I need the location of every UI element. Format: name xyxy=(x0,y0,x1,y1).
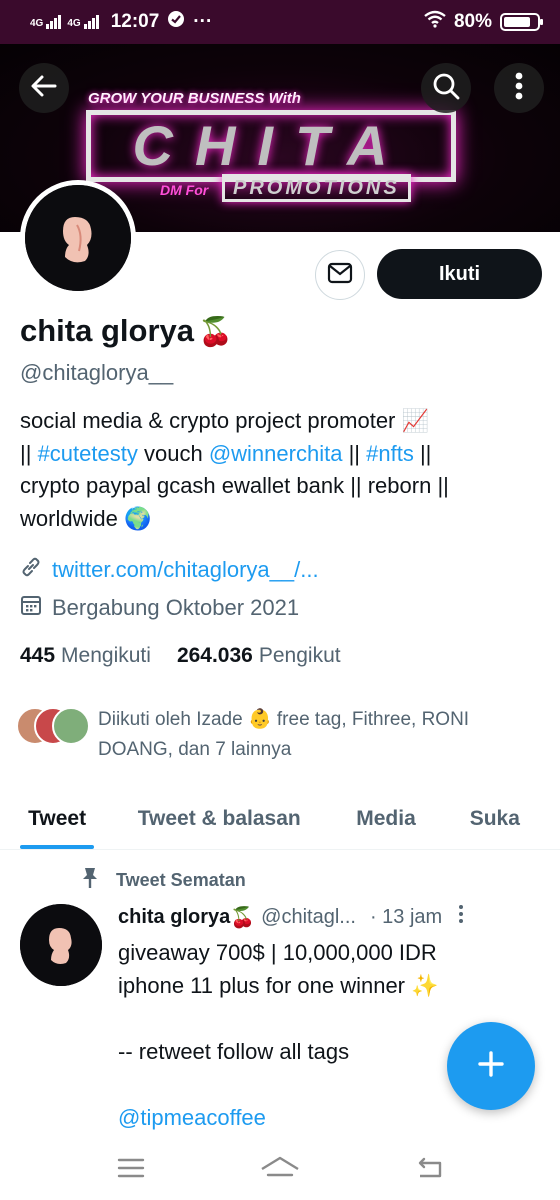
hashtag-link[interactable]: #nfts xyxy=(366,441,414,466)
home-icon[interactable] xyxy=(260,1155,300,1186)
avatar xyxy=(52,707,90,745)
display-name: chita glorya xyxy=(20,313,194,348)
search-icon xyxy=(432,72,460,105)
profile-bio: social media & crypto project promoter 📈… xyxy=(20,408,449,531)
banner-brand: CHITA xyxy=(86,110,456,182)
tweet-avatar[interactable] xyxy=(20,904,102,986)
tweet-time: · 13 jam xyxy=(369,905,443,928)
tweet-header: chita glorya 🍒 @chitagl... · 13 jam xyxy=(118,904,543,930)
joined-date: Bergabung Oktober 2021 xyxy=(52,595,300,620)
menu-icon[interactable] xyxy=(117,1157,145,1184)
following-link[interactable]: 445 Mengikuti xyxy=(20,644,151,668)
link-icon xyxy=(20,556,42,584)
battery-percent: 80% xyxy=(453,11,492,32)
hashtag-link[interactable]: #cutetesty xyxy=(38,441,138,466)
followers-link[interactable]: 264.036 Pengikut xyxy=(177,644,341,668)
profile-handle: @chitaglorya__ xyxy=(20,360,174,385)
battery-icon xyxy=(500,13,543,31)
profile-tabs: Tweet Tweet & balasan Media Suka xyxy=(0,790,560,850)
back-button[interactable] xyxy=(19,63,69,113)
mail-icon xyxy=(327,262,353,289)
follower-avatars xyxy=(16,707,90,751)
signal-icon: 4G xyxy=(67,15,99,29)
joined-row: Bergabung Oktober 2021 xyxy=(20,594,299,622)
banner-dm-text: DM For xyxy=(160,182,209,198)
wifi-icon xyxy=(424,10,446,34)
banner-tagline: GROW YOUR BUSINESS With xyxy=(88,90,301,107)
search-button[interactable] xyxy=(421,63,471,113)
profile-name: chita glorya 🍒 xyxy=(20,313,233,349)
back-icon[interactable] xyxy=(415,1156,443,1185)
banner-promo-text: PROMOTIONS xyxy=(222,174,411,202)
status-bar: 4G 4G 12:07 ··· 80% xyxy=(0,0,560,44)
pinned-label: Tweet Sematan xyxy=(80,866,246,895)
signal-icon: 4G xyxy=(30,15,62,29)
clock: 12:07 xyxy=(110,11,160,32)
website-link[interactable]: twitter.com/chitaglorya__/... xyxy=(52,557,319,583)
profile-avatar[interactable] xyxy=(20,180,136,296)
followed-by[interactable]: Diikuti oleh Izade 👶 free tag, Fithree, … xyxy=(16,705,538,765)
tab-tweets-replies[interactable]: Tweet & balasan xyxy=(114,790,324,848)
follow-button[interactable]: Ikuti xyxy=(377,249,542,299)
pin-icon xyxy=(80,866,100,895)
followed-by-text: Diikuti oleh Izade 👶 free tag, Fithree, … xyxy=(98,709,470,760)
tab-tweets[interactable]: Tweet xyxy=(0,790,114,849)
tweet-more-icon[interactable] xyxy=(458,904,464,930)
more-options-button[interactable] xyxy=(494,63,544,113)
tab-media[interactable]: Media xyxy=(324,790,447,848)
compose-tweet-button[interactable] xyxy=(447,1022,535,1110)
tweet-author-handle: @chitagl... xyxy=(261,905,356,928)
message-button[interactable] xyxy=(315,250,365,300)
mention-link[interactable]: @winnerchita xyxy=(209,441,343,466)
website-row: twitter.com/chitaglorya__/... xyxy=(20,556,319,584)
name-emoji: 🍒 xyxy=(198,315,233,347)
back-arrow-icon xyxy=(30,72,58,105)
android-nav-bar xyxy=(0,1140,560,1200)
calendar-icon xyxy=(20,594,42,622)
check-circle-icon xyxy=(167,10,185,34)
tweet-author-name[interactable]: chita glorya xyxy=(118,906,230,929)
compose-plus-icon xyxy=(474,1047,508,1086)
status-overflow: ··· xyxy=(193,11,213,32)
more-vertical-icon xyxy=(514,71,524,106)
tweet-author-emoji: 🍒 xyxy=(230,906,256,929)
follow-stats: 445 Mengikuti 264.036 Pengikut xyxy=(20,644,341,668)
tab-likes[interactable]: Suka xyxy=(448,790,560,848)
